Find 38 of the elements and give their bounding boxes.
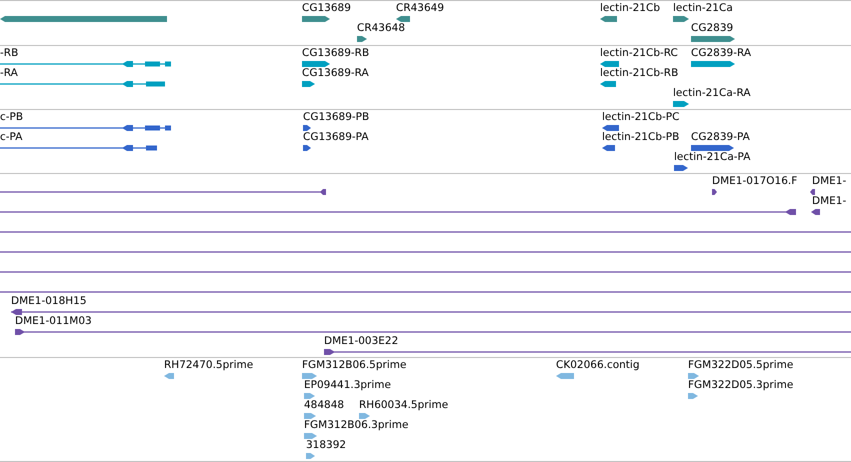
feature-label: DME1-003E22 <box>324 335 398 348</box>
feature-label: CG13689-RA <box>302 67 369 80</box>
feature-label: 318392 <box>306 439 346 452</box>
feature-label: FGM322D05.5prime <box>688 359 794 372</box>
feature-label: FGM312B06.5prime <box>302 359 406 372</box>
feature-label: lectin-21Cb-RB <box>600 67 678 80</box>
feature-label: RH60034.5prime <box>359 399 448 412</box>
feature-label: c-PB <box>0 111 24 124</box>
feature-label: CG13689-PB <box>303 111 370 124</box>
feature-label: DME1-017O16.F <box>712 175 798 188</box>
feature-label: DME1- <box>812 175 846 188</box>
feature-label: lectin-21Cb-PB <box>602 131 680 144</box>
feature-label: CG2839 <box>691 22 734 35</box>
feature-label: RH72470.5prime <box>164 359 254 372</box>
feature-label: CG13689 <box>302 2 351 15</box>
feature-label: lectin-21Cb-RC <box>600 47 678 60</box>
feature-label: -RB <box>0 47 18 60</box>
feature-label: CR43648 <box>357 22 406 35</box>
feature-label: lectin-21Cb-PC <box>602 111 680 124</box>
feature-label: CK02066.contig <box>556 359 640 372</box>
feature-label: lectin-21Ca-PA <box>674 151 750 164</box>
feature-label: DME1-018H15 <box>11 295 87 308</box>
feature-label: CG13689-RB <box>302 47 370 60</box>
feature-label: -RA <box>0 67 18 80</box>
feature-label: lectin-21Cb <box>600 2 660 15</box>
feature-label: CG13689-PA <box>303 131 369 144</box>
feature-label: c-PA <box>0 131 22 144</box>
feature-label: CG2839-PA <box>691 131 750 144</box>
feature-label: 484848 <box>304 399 344 412</box>
feature-label: DME1-011M03 <box>15 315 92 328</box>
feature-label: DME1- <box>812 195 846 208</box>
feature-label: CR43649 <box>396 2 444 15</box>
feature-label: FGM312B06.3prime <box>304 419 408 432</box>
feature-label: FGM322D05.3prime <box>688 379 794 392</box>
feature-label: CG2839-RA <box>691 47 752 60</box>
feature-label: lectin-21Ca-RA <box>673 87 751 100</box>
feature-label: lectin-21Ca <box>673 2 733 15</box>
feature-label: EP09441.3prime <box>304 379 391 392</box>
